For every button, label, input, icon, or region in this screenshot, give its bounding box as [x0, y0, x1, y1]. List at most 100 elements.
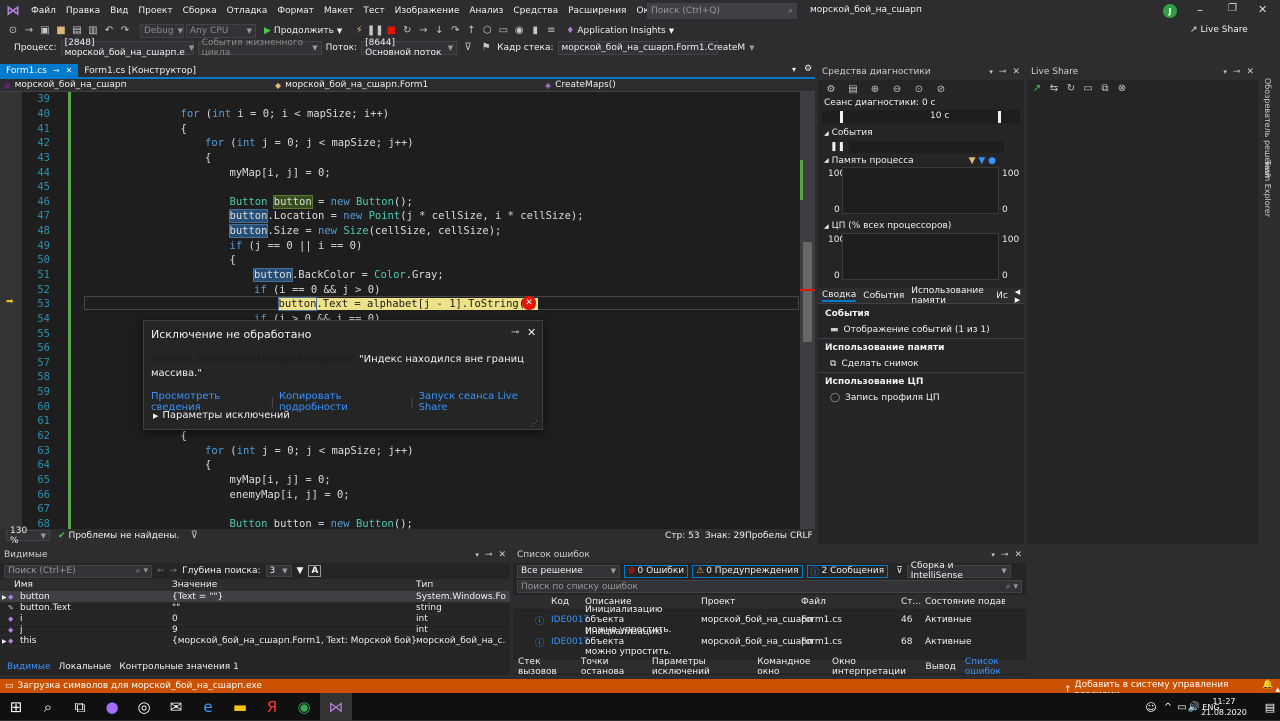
comment-icon[interactable]: ≡ — [544, 24, 558, 38]
maximize-icon[interactable]: ❐ — [1228, 3, 1237, 14]
stack-dropdown[interactable]: морской_бой_на_сшарп.Form1.CreateM ▼ — [557, 40, 755, 55]
tab-form1-cs[interactable]: Form1.cs ⊸ ✕ — [0, 64, 79, 77]
menu-item[interactable]: Тест — [358, 6, 389, 16]
zoom-dropdown[interactable]: 130 % ▼ — [6, 526, 50, 546]
col-file[interactable]: Файл — [801, 597, 901, 607]
notification-bell-icon[interactable]: 🔔 — [1262, 680, 1273, 690]
tab-call-stack[interactable]: Стек вызовов — [518, 657, 572, 677]
step-over-icon[interactable]: ↷ — [448, 24, 462, 38]
close-popup-icon[interactable]: ✕ — [527, 326, 536, 339]
mail-icon[interactable]: ✉ — [160, 693, 192, 721]
open-icon[interactable]: ■ — [54, 24, 68, 38]
chrome-icon[interactable]: ◉ — [288, 693, 320, 721]
tab-error-list[interactable]: Список ошибок — [965, 657, 1026, 677]
terminal-icon[interactable]: ▭ — [1081, 81, 1095, 95]
autos-row[interactable]: ◆ i 0 int — [0, 614, 510, 625]
autos-search-input[interactable]: Поиск (Ctrl+E) — [8, 566, 76, 576]
scrollbar-thumb[interactable] — [803, 242, 812, 342]
panel-close-icon[interactable]: ✕ — [1014, 550, 1022, 560]
tab-cpu[interactable]: Ис — [996, 291, 1008, 301]
bookmark-icon[interactable]: ▮ — [528, 24, 542, 38]
restart-icon[interactable]: ↻ — [400, 24, 414, 38]
tab-events[interactable]: События — [863, 291, 904, 301]
diag-timeline[interactable]: 10 с — [822, 110, 1020, 124]
tab-output[interactable]: Вывод — [926, 662, 956, 672]
forward-nav-icon[interactable]: → — [170, 566, 178, 576]
memory-section-header[interactable]: ◢ Память процесса ▼ ▼ ● — [818, 154, 1024, 167]
panel-dropdown-icon[interactable]: ▾ — [1223, 68, 1227, 76]
back-nav-icon[interactable]: ← — [157, 566, 165, 576]
back-icon[interactable]: ⊙ — [6, 24, 20, 38]
cpu-section-header[interactable]: ◢ ЦП (% всех процессоров) — [818, 219, 1024, 233]
tab-command-window[interactable]: Командное окно — [757, 657, 823, 677]
menu-item[interactable]: Анализ — [464, 6, 508, 16]
menu-item[interactable]: Формат — [272, 6, 319, 16]
share-icon[interactable]: ↗ — [1030, 81, 1044, 95]
filter-icon[interactable]: ⊽ — [896, 566, 903, 576]
save-all-icon[interactable]: ▥ — [86, 24, 100, 38]
flag-icon[interactable]: ⚑ — [479, 41, 493, 55]
menu-item[interactable]: Файл — [26, 6, 61, 16]
autos-row[interactable]: ▶ ◆ this {морской_бой_на_сшарп.Form1, Text:… — [0, 636, 510, 647]
settings-gear-icon[interactable]: ⚙ — [824, 82, 838, 96]
panel-close-icon[interactable]: ✕ — [498, 550, 506, 560]
app-circle-icon[interactable]: ◎ — [128, 693, 160, 721]
events-section-header[interactable]: ◢ События — [818, 126, 1024, 140]
start-icon[interactable]: ⊞ — [0, 693, 32, 721]
tab-watch1[interactable]: Контрольные значения 1 — [119, 662, 238, 672]
expand-icon[interactable]: ▶ — [0, 594, 8, 601]
hex-icon[interactable]: ⬡ — [480, 24, 494, 38]
platform-dropdown[interactable]: Any CPU ▼ — [186, 23, 256, 38]
visual-studio-icon[interactable]: ⋈ — [320, 692, 352, 721]
end-icon[interactable]: ⊗ — [1115, 81, 1129, 95]
record-cpu-profile-button[interactable]: ◯ Запись профиля ЦП — [818, 389, 1024, 406]
clock[interactable]: 11:27 21.08.2020 — [1200, 696, 1248, 718]
panel-dropdown-icon[interactable]: ▾ — [475, 551, 479, 559]
reset-zoom-icon[interactable]: ⊙ — [912, 82, 926, 96]
menu-item[interactable]: Отладка — [222, 6, 273, 16]
team-explorer-tab[interactable]: Team Explorer — [1263, 160, 1272, 217]
select-tools-icon[interactable]: ▤ — [846, 82, 860, 96]
menu-item[interactable]: Правка — [61, 6, 105, 16]
menu-item[interactable]: Средства — [508, 6, 563, 16]
error-search-box[interactable]: Поиск по списку ошибок ⌕ ▾ — [517, 580, 1022, 593]
tab-autos[interactable]: Видимые — [7, 662, 51, 672]
col-code[interactable]: Код — [551, 597, 585, 607]
autos-search-box[interactable]: Поиск (Ctrl+E) ⌕ ▾ — [4, 564, 152, 578]
breakpoint-icon[interactable]: ◉ — [512, 24, 526, 38]
avatar[interactable]: J — [1163, 4, 1177, 18]
action-center-icon[interactable]: ▤ — [1254, 693, 1280, 721]
warnings-filter-button[interactable]: ⚠ 0 Предупреждения — [692, 564, 803, 578]
autos-row[interactable]: ◆ j 9 int — [0, 625, 510, 636]
error-code[interactable]: IDE0017 — [551, 637, 589, 647]
liveshare-session-link[interactable]: Запуск сеанса Live Share — [419, 391, 542, 413]
tab-memory[interactable]: Использование памяти — [911, 286, 989, 306]
filter-issues-icon[interactable]: ⊽ — [187, 529, 201, 543]
eol-indicator[interactable]: CRLF — [790, 531, 813, 541]
task-view-icon[interactable]: ⧉ — [64, 693, 96, 721]
tab-overflow-icon[interactable]: ▾ — [792, 65, 796, 74]
col-type[interactable]: Тип — [416, 580, 506, 590]
tab-breakpoints[interactable]: Точки останова — [581, 657, 643, 677]
step-into-icon[interactable]: ↓ — [432, 24, 446, 38]
lifecycle-dropdown[interactable]: События жизненного цикла ▼ — [197, 38, 322, 58]
panel-close-icon[interactable]: ✕ — [1246, 67, 1254, 77]
config-dropdown[interactable]: Debug ▼ — [140, 23, 184, 38]
search-box[interactable]: Поиск (Ctrl+Q) ⌕ — [647, 3, 797, 19]
error-search-input[interactable]: Поиск по списку ошибок — [521, 582, 638, 592]
method-nav-dropdown[interactable]: ◈ CreateMaps() — [545, 80, 616, 90]
undo-icon[interactable]: ↶ — [102, 24, 116, 38]
tab-close-icon[interactable]: ✕ — [66, 66, 73, 75]
server-icon[interactable]: ⧉ — [1098, 81, 1112, 95]
filter-icon[interactable]: ▼ — [297, 566, 304, 576]
build-filter-dropdown[interactable]: Сборка и IntelliSense ▼ — [906, 561, 1011, 581]
toggle-icon[interactable]: ▭ — [496, 24, 510, 38]
search-input[interactable]: Поиск (Ctrl+Q) — [651, 6, 788, 16]
menu-item[interactable]: Вид — [105, 6, 133, 16]
pause-icon[interactable]: ❚❚ — [367, 24, 384, 38]
minimize-icon[interactable]: – — [1197, 3, 1203, 17]
show-events-link[interactable]: ▬ Отображение событий (1 из 1) — [818, 321, 1024, 338]
liveshare-button[interactable]: ↗ Live Share — [1190, 25, 1248, 35]
forward-icon[interactable]: → — [22, 24, 36, 38]
redo-icon[interactable]: ↷ — [118, 24, 132, 38]
